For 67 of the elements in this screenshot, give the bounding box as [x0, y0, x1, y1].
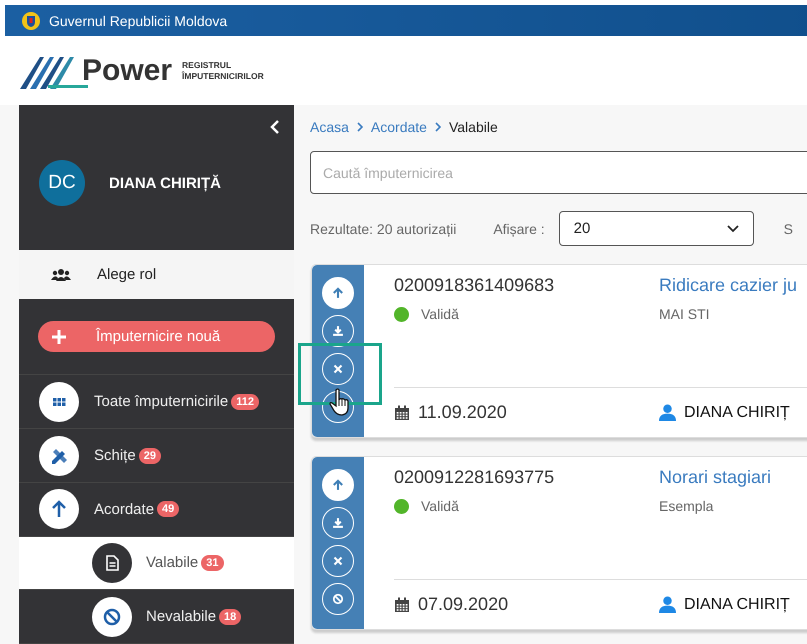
results-count: Rezultate: 20 autorizații	[310, 220, 456, 236]
user-name: DIANA CHIRIȚĂ	[109, 174, 221, 192]
arrow-up-icon	[331, 478, 345, 492]
download-button[interactable]	[322, 315, 354, 347]
calendar-icon	[394, 404, 410, 420]
authorization-number: 0200918361409683	[394, 275, 556, 296]
date-label: 11.09.2020	[418, 402, 507, 423]
institution-name: MAI STI	[659, 306, 711, 322]
count-badge: 49	[157, 501, 180, 518]
breadcrumb-link[interactable]: Acasa	[310, 119, 349, 135]
close-icon	[331, 362, 345, 376]
chevron-right-icon	[356, 122, 363, 132]
breadcrumb-current: Valabile	[448, 119, 498, 135]
count-badge: 112	[231, 394, 259, 410]
status-label: Validă	[421, 498, 459, 514]
coat-of-arms-icon	[21, 10, 41, 30]
person-icon	[659, 404, 676, 421]
date-label: 07.09.2020	[418, 594, 508, 615]
ban-button[interactable]	[322, 583, 354, 615]
close-button[interactable]	[322, 353, 354, 385]
chevron-left-icon[interactable]	[270, 120, 280, 134]
person-name: DIANA CHIRIȚ	[684, 404, 790, 422]
authorization-number: 0200912281693775	[394, 467, 556, 488]
page-size-select[interactable]: 20	[558, 211, 754, 246]
chevron-down-icon	[726, 224, 739, 232]
download-icon	[331, 516, 345, 530]
breadcrumb-link[interactable]: Acordate	[370, 119, 427, 135]
ban-icon	[331, 592, 345, 606]
count-badge: 29	[138, 448, 161, 464]
sort-label: S	[784, 220, 794, 236]
calendar-icon	[394, 596, 410, 612]
ban-icon	[92, 596, 132, 637]
nav-item[interactable]: Schițe 29	[19, 429, 294, 483]
logo-wordmark: Power	[82, 54, 172, 88]
grid-icon	[39, 382, 79, 422]
document-icon	[92, 542, 132, 583]
pencil-ruler-icon	[39, 436, 79, 476]
display-label: Afișare :	[493, 220, 545, 236]
count-badge: 31	[201, 554, 224, 571]
download-icon	[331, 324, 345, 338]
arrow-up-button[interactable]	[322, 469, 354, 501]
arrow-up-icon	[39, 489, 79, 530]
nav-item[interactable]: Toate împuternicirile 112	[19, 375, 294, 430]
role-selector[interactable]: Alege rol	[19, 250, 294, 299]
authorization-title-link[interactable]: Norari stagiari	[659, 467, 772, 488]
search-field[interactable]: Caută împuternicirea	[310, 151, 807, 194]
person-name: DIANA CHIRIȚ	[684, 596, 790, 614]
arrow-up-icon	[331, 286, 345, 300]
avatar: DC	[39, 160, 85, 206]
institution-name: Esempla	[659, 498, 714, 514]
plus-icon	[52, 330, 66, 344]
nav-item[interactable]: Valabile 31	[19, 536, 294, 590]
logo-subtitle: REGISTRUL	[182, 60, 232, 70]
arrow-up-button[interactable]	[322, 277, 354, 309]
download-button[interactable]	[322, 507, 354, 539]
nav-item[interactable]: Acordate 49	[19, 482, 294, 537]
count-badge: 18	[219, 608, 242, 625]
close-icon	[331, 554, 345, 568]
close-button[interactable]	[322, 545, 354, 577]
status-label: Validă	[421, 306, 459, 322]
person-icon	[659, 596, 676, 613]
logo-subtitle: ÎMPUTERNICIRILOR	[182, 70, 264, 81]
authorization-title-link[interactable]: Ridicare cazier ju	[659, 275, 798, 296]
chevron-right-icon	[434, 122, 441, 132]
nav-item[interactable]: Nevalabile 18	[19, 590, 294, 644]
users-icon	[51, 268, 71, 282]
government-title: Guvernul Republicii Moldova	[49, 12, 228, 28]
